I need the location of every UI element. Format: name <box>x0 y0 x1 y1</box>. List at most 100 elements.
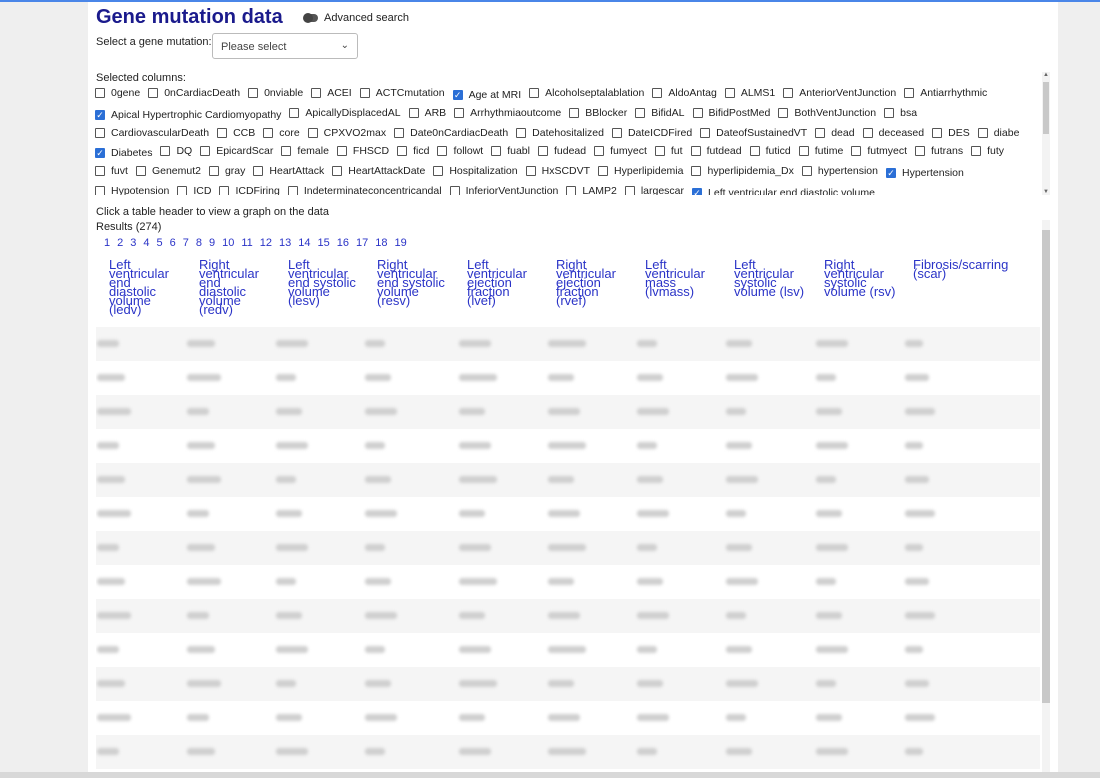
column-checkbox[interactable]: ✓ Left ventricular end diastolic volume <box>692 187 875 195</box>
checkbox-box[interactable] <box>977 128 988 139</box>
table-header-cell[interactable]: Left ventricular end diastolic volume (l… <box>109 258 181 316</box>
checkbox-box[interactable] <box>971 146 982 157</box>
page-link[interactable]: 13 <box>279 237 291 249</box>
checkbox-box[interactable] <box>815 128 826 139</box>
checkbox-box[interactable] <box>525 166 536 177</box>
column-checkbox[interactable]: futrans <box>915 145 963 158</box>
checkbox-box[interactable] <box>311 88 322 98</box>
gene-mutation-select[interactable]: Please select ⌄ <box>212 33 358 59</box>
column-checkbox[interactable]: ACEI <box>311 87 352 100</box>
checkbox-box[interactable]: ✓ <box>885 168 896 179</box>
column-checkbox[interactable]: diabe <box>977 127 1019 140</box>
page-link[interactable]: 10 <box>222 237 234 249</box>
column-checkbox[interactable]: futy <box>971 145 1004 158</box>
checkbox-box[interactable] <box>177 186 188 195</box>
checkbox-box[interactable] <box>217 128 228 139</box>
column-checkbox[interactable]: ✓ Age at MRI <box>452 89 521 102</box>
column-checkbox[interactable]: Genemut2 <box>135 165 201 178</box>
column-checkbox[interactable]: ICD <box>177 185 211 195</box>
table-header-cell[interactable]: Right ventricular systolic volume (rsv) <box>824 258 896 298</box>
checkbox-box[interactable] <box>253 166 264 177</box>
checkbox-box[interactable] <box>516 128 527 139</box>
column-checkbox[interactable]: fuabl <box>491 145 530 158</box>
column-checkbox[interactable]: hyperlipidemia_Dx <box>691 165 794 178</box>
column-checkbox[interactable]: Arrhythmiaoutcome <box>454 107 561 120</box>
columns-scrollbar[interactable]: ▲ ▼ <box>1042 72 1050 195</box>
page-link[interactable]: 16 <box>337 237 349 249</box>
checkbox-box[interactable] <box>635 108 646 119</box>
column-checkbox[interactable]: Indeterminateconcentricandal <box>287 185 442 195</box>
column-checkbox[interactable]: ✓ Diabetes <box>95 147 152 160</box>
column-checkbox[interactable]: Hypotension <box>95 185 169 195</box>
checkbox-box[interactable] <box>95 88 105 98</box>
checkbox-box[interactable] <box>248 88 259 98</box>
column-checkbox[interactable]: fuvt <box>95 165 128 178</box>
page-link[interactable]: 9 <box>209 237 215 249</box>
checkbox-box[interactable] <box>263 128 274 139</box>
column-checkbox[interactable]: Antiarrhythmic <box>904 87 987 100</box>
page-link[interactable]: 6 <box>170 237 176 249</box>
column-checkbox[interactable]: DQ <box>160 145 192 158</box>
checkbox-box[interactable] <box>798 146 809 157</box>
toggle-switch[interactable] <box>303 13 318 23</box>
checkbox-box[interactable] <box>537 146 548 157</box>
column-checkbox[interactable]: CardiovascularDeath <box>95 127 209 140</box>
column-checkbox[interactable]: Datehositalized <box>516 127 604 140</box>
table-header-cell[interactable]: Fibrosis/scarring (scar) <box>913 258 1023 280</box>
checkbox-box[interactable] <box>529 88 540 98</box>
column-checkbox[interactable]: ✓ Apical Hypertrophic Cardiomyopathy <box>95 109 281 122</box>
column-checkbox[interactable]: bsa <box>884 107 917 120</box>
column-checkbox[interactable]: futdead <box>690 145 742 158</box>
column-checkbox[interactable]: ARB <box>408 107 446 120</box>
checkbox-box[interactable] <box>289 108 300 119</box>
page-link[interactable]: 17 <box>356 237 368 249</box>
checkbox-box[interactable] <box>801 166 812 177</box>
checkbox-box[interactable] <box>904 88 915 98</box>
checkbox-box[interactable]: ✓ <box>452 90 463 100</box>
page-link[interactable]: 3 <box>130 237 136 249</box>
checkbox-box[interactable] <box>160 146 171 157</box>
checkbox-box[interactable] <box>851 146 862 157</box>
page-link[interactable]: 18 <box>375 237 387 249</box>
page-link[interactable]: 14 <box>298 237 310 249</box>
checkbox-box[interactable] <box>135 166 146 177</box>
column-checkbox[interactable]: 0gene <box>95 87 140 100</box>
table-header-cell[interactable]: Left ventricular ejection fraction (lvef… <box>467 258 539 307</box>
checkbox-box[interactable] <box>437 146 448 157</box>
column-checkbox[interactable]: hypertension <box>801 165 878 178</box>
column-checkbox[interactable]: FHSCD <box>336 145 389 158</box>
checkbox-box[interactable] <box>915 146 925 157</box>
checkbox-box[interactable] <box>778 108 789 119</box>
checkbox-box[interactable] <box>200 146 211 157</box>
checkbox-box[interactable] <box>692 108 703 119</box>
checkbox-box[interactable] <box>724 88 735 98</box>
checkbox-box[interactable] <box>932 128 943 139</box>
table-header-cell[interactable]: Right ventricular end diastolic volume (… <box>199 258 271 316</box>
checkbox-box[interactable] <box>397 146 408 157</box>
column-checkbox[interactable]: BifidPostMed <box>692 107 770 120</box>
checkbox-box[interactable] <box>219 186 230 195</box>
checkbox-box[interactable] <box>336 146 347 157</box>
page-link[interactable]: 12 <box>260 237 272 249</box>
checkbox-box[interactable] <box>569 108 580 119</box>
page-link[interactable]: 5 <box>157 237 163 249</box>
column-checkbox[interactable]: ALMS1 <box>724 87 775 100</box>
horizontal-scrollbar[interactable] <box>0 772 1100 778</box>
column-checkbox[interactable]: futmyect <box>851 145 907 158</box>
checkbox-box[interactable] <box>332 166 343 177</box>
column-checkbox[interactable]: ✓ Hypertension <box>885 167 964 180</box>
column-checkbox[interactable]: HeartAttack <box>253 165 324 178</box>
scrollbar-thumb[interactable] <box>1043 82 1049 134</box>
checkbox-box[interactable] <box>594 146 605 157</box>
column-checkbox[interactable]: ACTCmutation <box>359 87 445 100</box>
column-checkbox[interactable]: BifidAL <box>635 107 685 120</box>
checkbox-box[interactable] <box>95 166 105 177</box>
table-scrollbar[interactable] <box>1042 220 1050 778</box>
checkbox-box[interactable] <box>611 128 622 139</box>
page-link[interactable]: 11 <box>241 237 252 249</box>
column-checkbox[interactable]: gray <box>208 165 245 178</box>
column-checkbox[interactable]: futicd <box>749 145 791 158</box>
column-checkbox[interactable]: ICDFiring <box>219 185 280 195</box>
column-checkbox[interactable]: futime <box>798 145 843 158</box>
checkbox-box[interactable] <box>287 186 298 195</box>
